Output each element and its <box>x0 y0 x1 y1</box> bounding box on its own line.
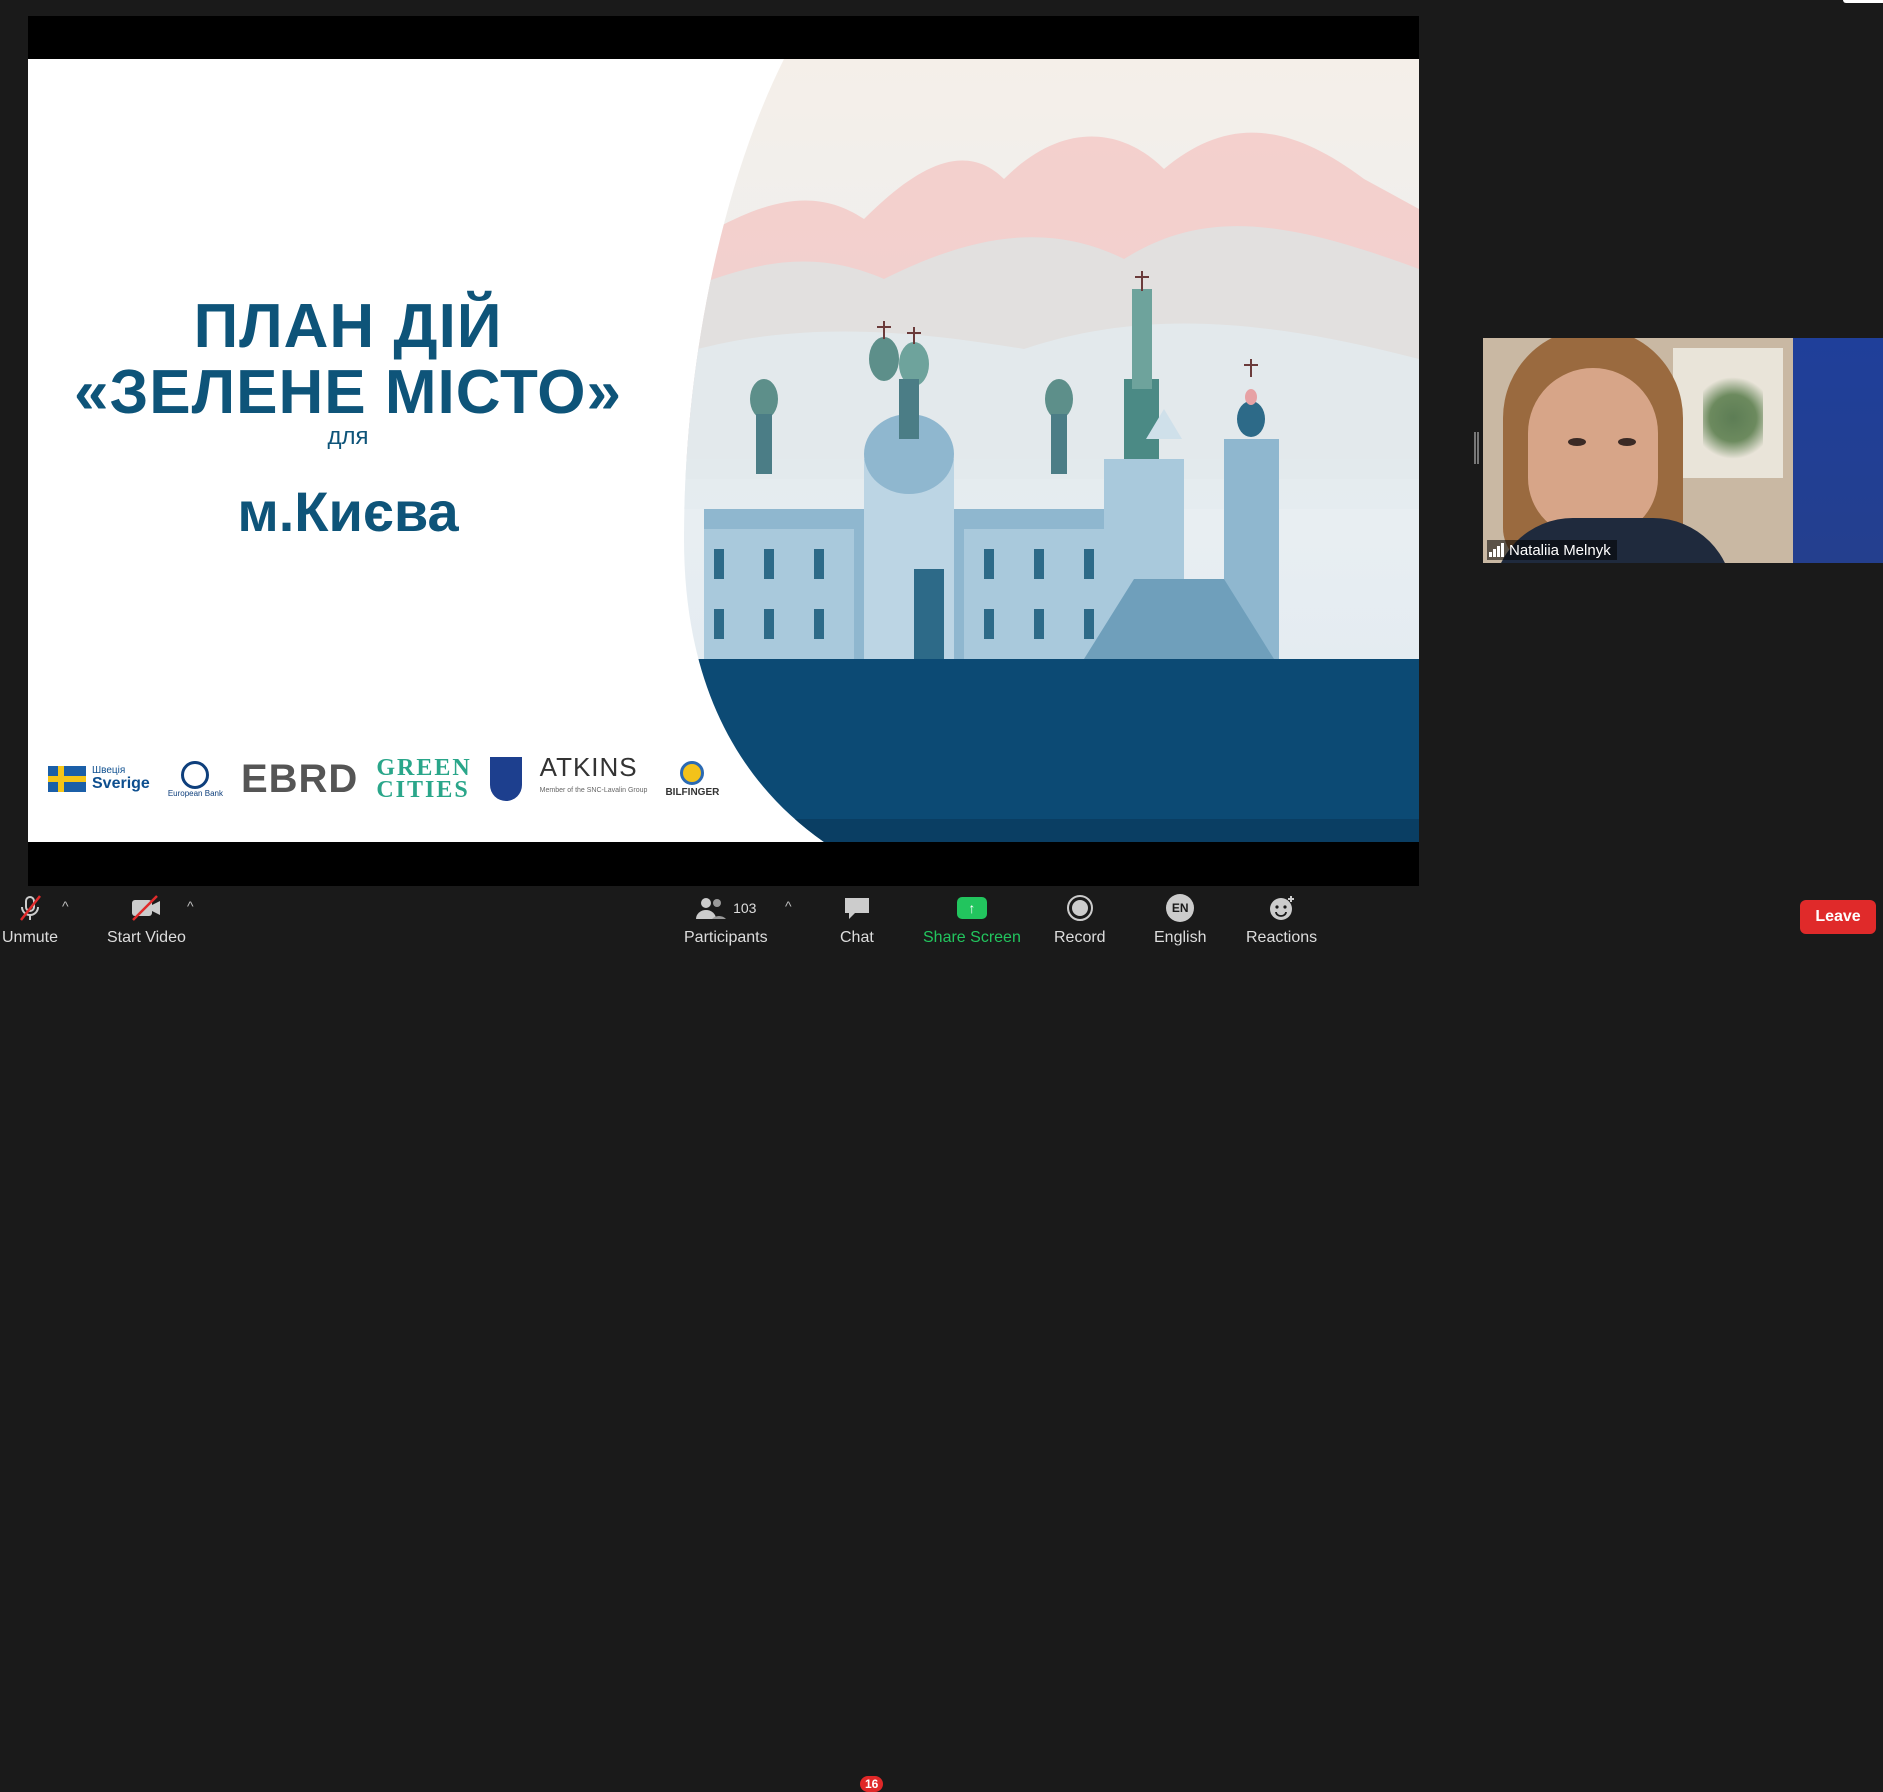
chat-button[interactable]: Chat <box>840 892 874 947</box>
language-icon: EN <box>1166 892 1195 924</box>
sweden-big-text: Sverige <box>92 775 150 792</box>
reactions-icon <box>1267 892 1297 924</box>
window-corner <box>1843 0 1883 3</box>
unmute-button[interactable]: Unmute <box>2 892 58 947</box>
participant-eye-right <box>1618 438 1636 446</box>
video-background-flag <box>1793 338 1883 563</box>
record-button[interactable]: Record <box>1054 892 1106 947</box>
chat-unread-badge: 16 <box>860 1776 884 1792</box>
sweden-flag-icon <box>48 766 86 792</box>
participants-options-chevron-up-icon[interactable]: ^ <box>785 898 792 914</box>
reactions-button[interactable]: Reactions <box>1246 892 1317 947</box>
panel-resize-handle[interactable] <box>1474 432 1479 464</box>
video-background-plant <box>1703 368 1763 468</box>
leave-button[interactable]: Leave <box>1800 900 1876 934</box>
signal-strength-icon <box>1489 543 1504 557</box>
ebrd-logo: EBRD <box>240 756 359 801</box>
share-screen-button[interactable]: ↑ Share Screen <box>923 892 1021 947</box>
share-screen-arrow-icon: ↑ <box>956 897 987 919</box>
kyiv-crest-icon <box>489 757 522 801</box>
participant-face <box>1528 368 1658 538</box>
participant-video-tile[interactable]: Nataliia Melnyk <box>1483 338 1883 563</box>
sweden-logo: Швеція Sverige <box>48 766 150 792</box>
video-options-chevron-up-icon[interactable]: ^ <box>187 898 194 914</box>
shared-slide: ПЛАН ДІЙ «ЗЕЛЕНЕ МІСТО» для м.Києва Швец… <box>28 59 1419 842</box>
eb-text: European Bank <box>167 788 223 798</box>
share-screen-icon-wrap: ↑ <box>956 892 987 924</box>
participants-label: Participants <box>684 929 768 946</box>
slide-title-line3: для <box>327 423 369 450</box>
participant-name: Nataliia Melnyk <box>1509 541 1611 559</box>
record-label: Record <box>1054 929 1106 946</box>
green-cities-logo: GREEN CITIES <box>376 755 472 803</box>
slide-title-line1: ПЛАН ДІЙ <box>193 292 503 361</box>
audio-options-chevron-up-icon[interactable]: ^ <box>62 898 69 914</box>
share-screen-label: Share Screen <box>923 929 1021 946</box>
slide-title-line2: «ЗЕЛЕНЕ МІСТО» <box>73 358 623 427</box>
chat-icon <box>842 892 872 924</box>
participants-count: 103 <box>733 900 757 916</box>
slide-title-line4: м.Києва <box>237 480 459 543</box>
participant-name-label: Nataliia Melnyk <box>1487 540 1617 560</box>
participants-icon-row: 103 <box>695 892 756 924</box>
unmute-label: Unmute <box>2 929 59 946</box>
atkins-logo: ATKINS Member of the SNC-Lavalin Group <box>539 752 648 803</box>
participants-icon <box>696 898 727 919</box>
kyiv-skyline-illustration <box>684 59 1419 842</box>
participants-button[interactable]: 103 Participants <box>684 892 768 947</box>
chat-label: Chat <box>840 929 874 946</box>
green-cities-line1: GREEN <box>376 755 472 781</box>
reactions-label: Reactions <box>1246 929 1318 946</box>
language-label: English <box>1154 929 1207 946</box>
atkins-subtext: Member of the SNC-Lavalin Group <box>539 787 648 794</box>
language-code-badge: EN <box>1166 894 1195 922</box>
record-icon <box>1066 892 1094 924</box>
start-video-label: Start Video <box>107 929 186 946</box>
meeting-toolbar: Unmute ^ Start Video ^ 103 Participants … <box>0 886 1883 1792</box>
language-button[interactable]: EN English <box>1154 892 1206 947</box>
muted-microphone-icon <box>15 892 45 924</box>
eb-logo: European Bank <box>167 760 223 798</box>
start-video-button[interactable]: Start Video <box>107 892 186 947</box>
atkins-text: ATKINS <box>539 752 638 782</box>
eb-circle-icon <box>181 760 210 789</box>
green-cities-line2: CITIES <box>376 777 470 803</box>
video-off-icon <box>129 892 163 924</box>
participant-eye-left <box>1568 438 1586 446</box>
partner-logos: Швеція Sverige European Bank EBRD GREEN … <box>48 749 719 809</box>
